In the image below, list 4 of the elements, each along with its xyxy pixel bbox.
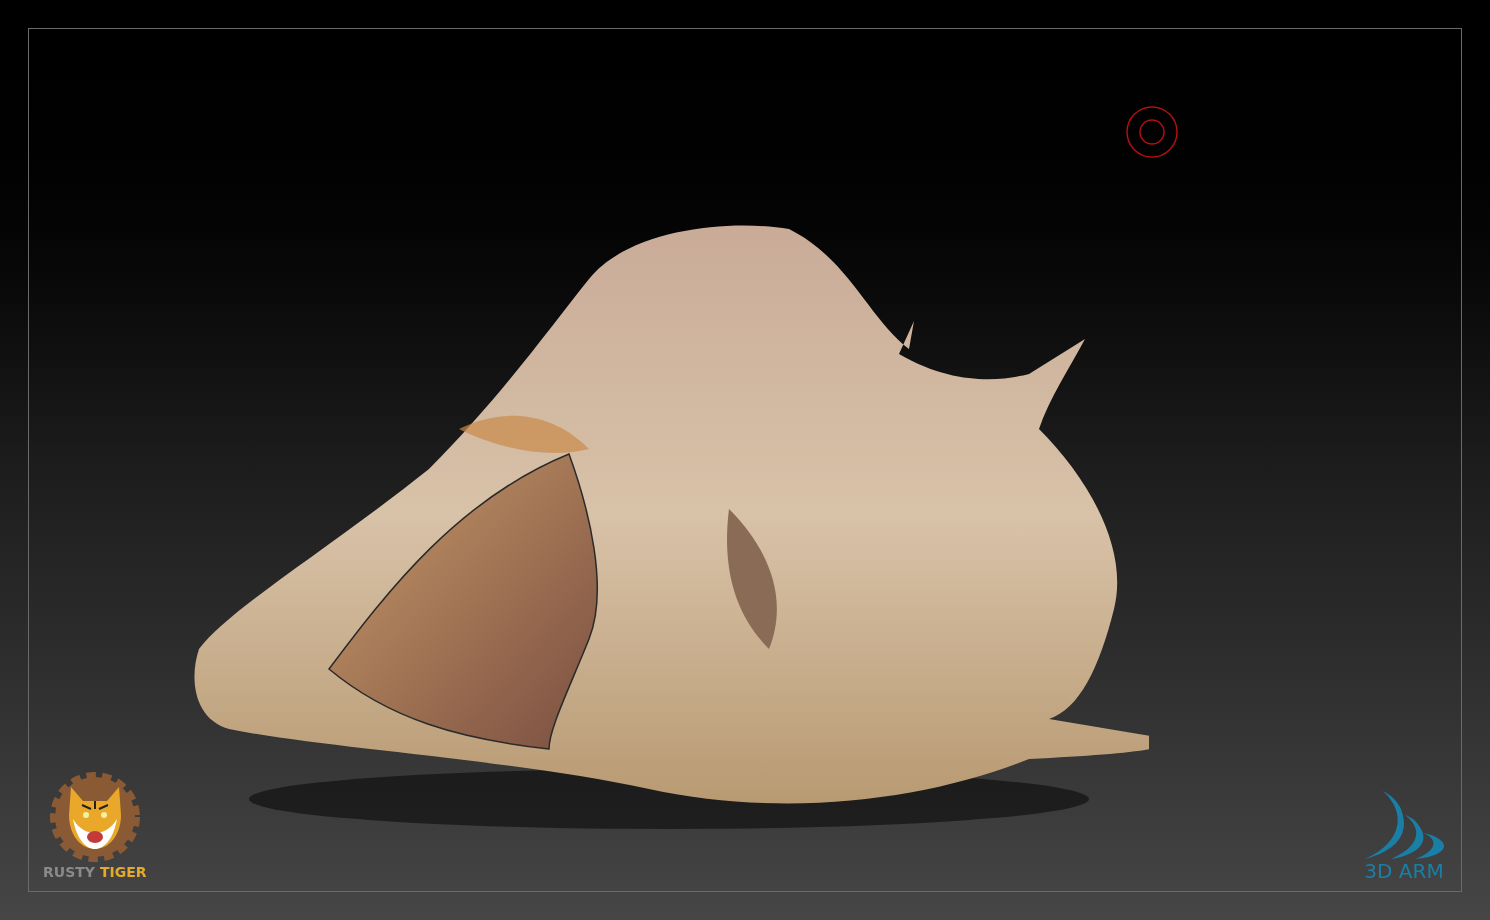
logo-text: 3D ARM <box>1364 861 1444 881</box>
brush-cursor-icon <box>1125 105 1179 159</box>
logo-text: TIGER <box>99 865 147 879</box>
logo-text: RUSTY <box>43 865 95 879</box>
